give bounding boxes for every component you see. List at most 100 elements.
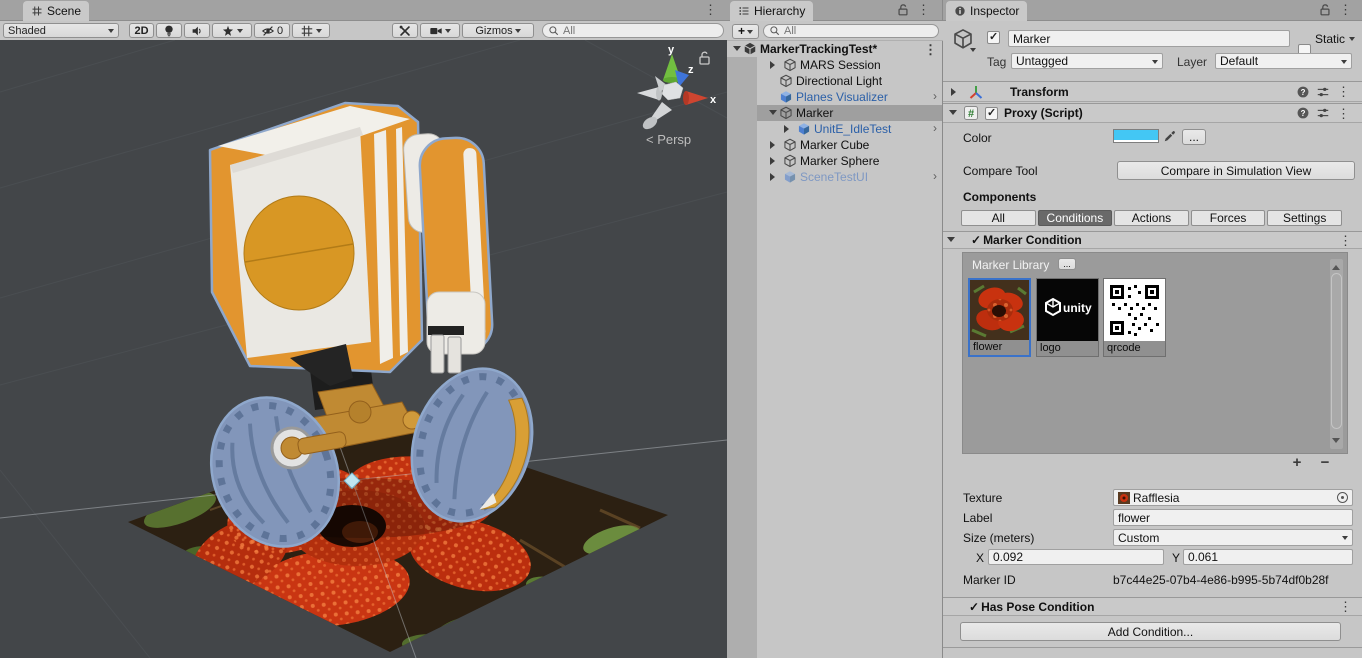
gameobject-active-checkbox[interactable] xyxy=(987,31,1000,44)
tab-all[interactable]: All xyxy=(961,210,1036,226)
static-dropdown-chevron[interactable] xyxy=(1349,37,1355,44)
library-entry-logo[interactable]: unity logo xyxy=(1036,278,1099,357)
gameobject-name-input[interactable]: Marker xyxy=(1008,30,1290,47)
foldout-collapsed-icon[interactable] xyxy=(770,173,779,181)
foldout-collapsed-icon[interactable] xyxy=(770,141,779,149)
foldout-collapsed-icon[interactable] xyxy=(951,88,960,96)
scene-panel-kebab[interactable]: ⋮ xyxy=(704,3,717,16)
size-y-input[interactable]: 0.061 xyxy=(1183,549,1353,565)
library-remove-button[interactable]: − xyxy=(1316,456,1334,472)
foldout-expanded-icon[interactable] xyxy=(733,46,741,55)
marker-library-more-button[interactable]: ... xyxy=(1058,258,1076,270)
size-dropdown[interactable]: Custom xyxy=(1113,529,1353,546)
library-entry-flower[interactable]: flower xyxy=(968,278,1031,357)
chevron-down-icon[interactable] xyxy=(970,48,976,55)
has-pose-condition-header[interactable]: Has Pose Condition ⋮ xyxy=(943,597,1362,616)
size-x-input[interactable]: 0.092 xyxy=(988,549,1164,565)
tab-inspector[interactable]: Inspector xyxy=(946,1,1027,21)
hierarchy-item-mars-session[interactable]: MARS Session xyxy=(757,57,942,73)
library-add-button[interactable]: + xyxy=(1288,456,1306,472)
scene-audio-button[interactable] xyxy=(184,23,210,38)
add-condition-button[interactable]: Add Condition... xyxy=(960,622,1341,641)
object-picker-icon[interactable] xyxy=(1337,492,1348,503)
inspector-tabbar: Inspector ⋮ xyxy=(943,0,1362,21)
proxy-kebab[interactable]: ⋮ xyxy=(1337,107,1350,120)
color-more-button[interactable]: ... xyxy=(1182,129,1206,145)
gizmo-x-axis-cone[interactable] xyxy=(686,91,708,105)
eyedropper-icon[interactable] xyxy=(1163,129,1177,143)
compare-simulation-button[interactable]: Compare in Simulation View xyxy=(1117,161,1355,180)
hierarchy-item-scenetestui[interactable]: SceneTestUI › xyxy=(757,169,942,185)
texture-object-field[interactable]: Rafflesia xyxy=(1113,489,1353,506)
foldout-expanded-icon[interactable] xyxy=(947,237,955,246)
proxy-enabled-checkbox[interactable] xyxy=(985,107,998,120)
hierarchy-item-unite-idletest[interactable]: UnitE_IdleTest › xyxy=(757,121,942,137)
scene-viewport[interactable]: y z x < Persp xyxy=(0,40,727,658)
tab-forces[interactable]: Forces xyxy=(1191,210,1266,226)
gameobject-icon[interactable] xyxy=(952,28,974,50)
transform-component-header[interactable]: Transform ⋮ xyxy=(943,81,1362,102)
help-icon[interactable] xyxy=(1296,106,1310,120)
proxy-component-header[interactable]: Proxy (Script) ⋮ xyxy=(943,103,1362,123)
tab-hierarchy[interactable]: Hierarchy xyxy=(730,1,813,21)
gizmo-lock-icon[interactable] xyxy=(700,52,709,64)
foldout-collapsed-icon[interactable] xyxy=(770,61,779,69)
scene-camera-button[interactable] xyxy=(420,23,460,38)
foldout-collapsed-icon[interactable] xyxy=(770,157,779,165)
foldout-expanded-icon[interactable] xyxy=(949,110,957,119)
color-field[interactable] xyxy=(1113,129,1159,143)
presets-icon[interactable] xyxy=(1316,106,1330,120)
y-label: Y xyxy=(1172,551,1180,565)
foldout-collapsed-icon[interactable] xyxy=(784,125,793,133)
scene-visibility-button[interactable]: 0 xyxy=(254,23,290,38)
marker-condition-kebab[interactable]: ⋮ xyxy=(1339,234,1352,247)
tab-actions[interactable]: Actions xyxy=(1114,210,1189,226)
hierarchy-item-marker[interactable]: Marker xyxy=(757,105,942,121)
marker-condition-header[interactable]: Marker Condition ⋮ xyxy=(943,231,1362,249)
scroll-up-icon[interactable] xyxy=(1332,261,1340,270)
help-icon[interactable] xyxy=(1296,85,1310,99)
hierarchy-item-directional-light[interactable]: Directional Light xyxy=(757,73,942,89)
scene-root-kebab[interactable]: ⋮ xyxy=(924,43,937,56)
library-scrollbar[interactable] xyxy=(1330,259,1343,449)
tab-settings[interactable]: Settings xyxy=(1267,210,1342,226)
scene-effects-button[interactable] xyxy=(212,23,252,38)
scene-orientation-gizmo[interactable]: y z x < Persp xyxy=(637,44,717,147)
hierarchy-item-planes-visualizer[interactable]: Planes Visualizer › xyxy=(757,89,942,105)
hierarchy-panel-kebab[interactable]: ⋮ xyxy=(917,3,930,16)
scroll-down-icon[interactable] xyxy=(1332,438,1340,447)
grid-visibility-button[interactable] xyxy=(292,23,330,38)
component-tools-button[interactable] xyxy=(392,23,418,38)
lock-icon[interactable] xyxy=(1318,3,1332,17)
prefab-open-chevron[interactable]: › xyxy=(933,89,937,103)
label-input[interactable]: flower xyxy=(1113,509,1353,526)
scrollbar-thumb[interactable] xyxy=(1331,273,1342,429)
create-object-button[interactable]: + xyxy=(732,24,759,39)
scene-lighting-button[interactable] xyxy=(156,23,182,38)
library-entry-qrcode[interactable]: qrcode xyxy=(1103,278,1166,357)
projection-mode-label[interactable]: < Persp xyxy=(646,132,691,147)
hierarchy-search-input[interactable]: All xyxy=(763,24,939,38)
hidden-count: 0 xyxy=(277,25,283,37)
scene-search-input[interactable]: All xyxy=(542,23,724,38)
prefab-open-chevron[interactable]: › xyxy=(933,121,937,135)
hierarchy-item-marker-cube[interactable]: Marker Cube xyxy=(757,137,942,153)
tab-scene[interactable]: Scene xyxy=(23,1,89,21)
inspector-panel-kebab[interactable]: ⋮ xyxy=(1339,3,1352,16)
shading-mode-dropdown[interactable]: Shaded xyxy=(3,23,119,38)
hierarchy-list-icon xyxy=(738,5,750,17)
presets-icon[interactable] xyxy=(1316,85,1330,99)
hierarchy-scene-root-row[interactable]: MarkerTrackingTest* ⋮ xyxy=(727,41,942,57)
has-pose-kebab[interactable]: ⋮ xyxy=(1339,600,1352,613)
ellipsis-label: ... xyxy=(1189,130,1199,144)
toggle-2d-button[interactable]: 2D xyxy=(129,23,154,38)
prefab-open-chevron[interactable]: › xyxy=(933,169,937,183)
gizmos-dropdown[interactable]: Gizmos xyxy=(462,23,534,38)
layer-dropdown[interactable]: Default xyxy=(1215,53,1352,69)
hierarchy-item-marker-sphere[interactable]: Marker Sphere xyxy=(757,153,942,169)
tag-dropdown[interactable]: Untagged xyxy=(1011,53,1163,69)
lock-icon[interactable] xyxy=(896,3,910,17)
foldout-expanded-icon[interactable] xyxy=(769,110,777,119)
transform-kebab[interactable]: ⋮ xyxy=(1337,85,1350,98)
tab-conditions[interactable]: Conditions xyxy=(1038,210,1113,226)
